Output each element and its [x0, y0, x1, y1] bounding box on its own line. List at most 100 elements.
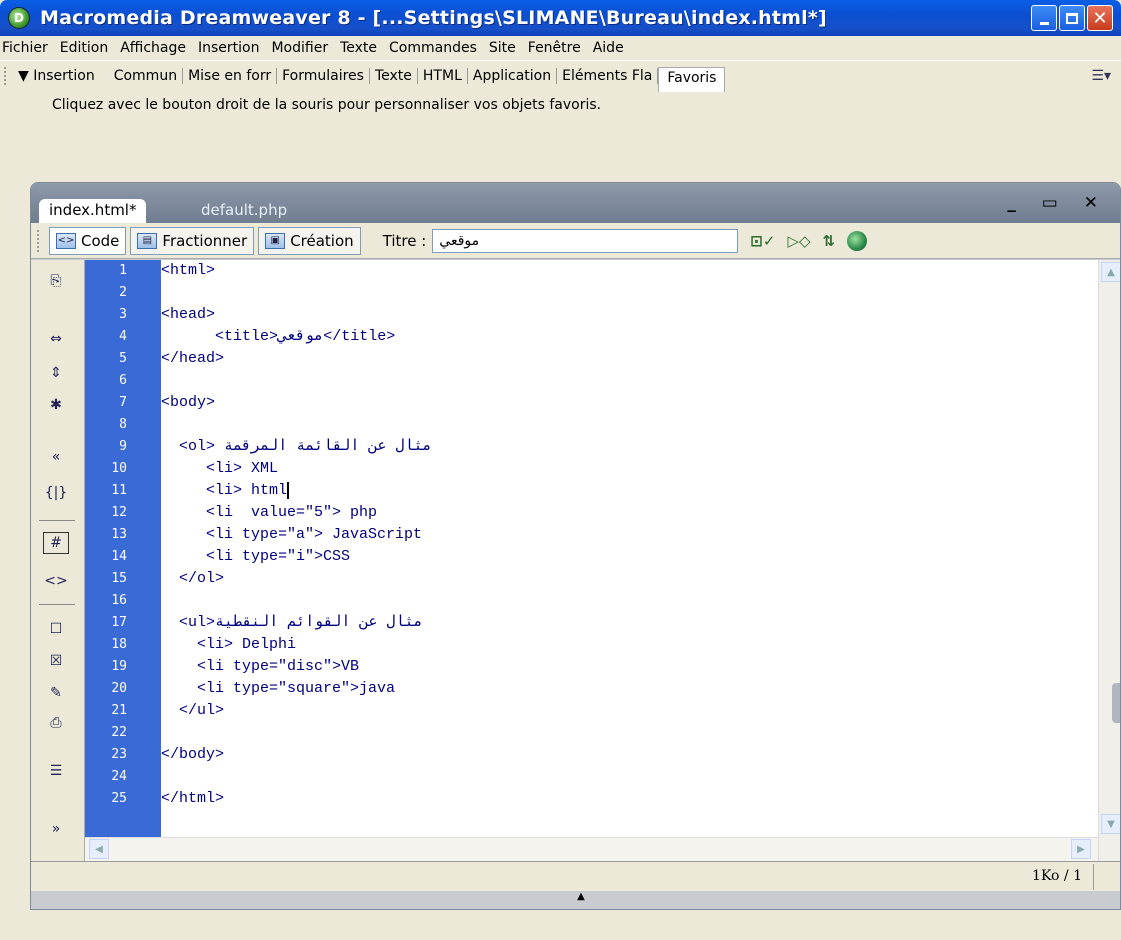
scroll-right-icon[interactable]: ▶ [1071, 839, 1091, 859]
code-line[interactable]: </ul> [161, 700, 224, 722]
wrap-tag-icon[interactable]: ✎ [43, 682, 69, 704]
menu-edition[interactable]: Edition [54, 40, 114, 56]
toolbar-grip[interactable] [37, 229, 43, 252]
code-line[interactable]: <html> [161, 260, 215, 282]
code-view-icon: <> [56, 232, 76, 249]
tab-formulaires[interactable]: Formulaires [277, 68, 370, 84]
menu-aide[interactable]: Aide [587, 40, 630, 56]
validate-markup-icon[interactable]: ⊡✓ [750, 232, 775, 250]
code-line[interactable]: <li type="a"> JavaScript [161, 524, 422, 546]
code-line[interactable]: <head> [161, 304, 215, 326]
expand-all-icon[interactable]: ✱ [43, 394, 69, 416]
line-number-gutter: 1 2 3 4 5 6 7 8 9 10 11 12 13 14 15 16 1… [85, 260, 161, 861]
vertical-scrollbar[interactable]: ▲ ▼ [1098, 260, 1120, 861]
panel-expander-icon[interactable]: ▲ [521, 891, 641, 909]
code-line[interactable]: </ol> [161, 568, 224, 590]
panel-grip[interactable] [4, 67, 12, 85]
split-view-button[interactable]: ▤ Fractionner [130, 226, 255, 255]
status-bar: 1Ko / 1 [31, 861, 1120, 891]
menu-affichage[interactable]: Affichage [114, 40, 192, 56]
line-number: 9 [119, 439, 127, 454]
code-line[interactable]: </body> [161, 744, 224, 766]
file-management-icon[interactable]: ⇅ [823, 232, 836, 250]
line-number: 12 [111, 505, 127, 520]
menu-commandes[interactable]: Commandes [383, 40, 483, 56]
select-parent-tag-icon[interactable]: « [43, 446, 69, 468]
menu-bar: Fichier Edition Affichage Insertion Modi… [0, 36, 1121, 60]
tab-index-html[interactable]: index.html* [39, 199, 147, 223]
tab-default-php[interactable]: default.php [191, 199, 297, 223]
code-line[interactable]: <li type="i">CSS [161, 546, 350, 568]
code-area[interactable]: <html> <head> <title>موقعي</title> </hea… [161, 260, 1091, 861]
code-editor[interactable]: ⎘ ⇔ ⇕ ✱ « {|} # <> ☐ ☒ ✎ ⎙ ☰ » 1 2 3 4 5… [31, 260, 1120, 861]
code-line[interactable]: <body> [161, 392, 215, 414]
line-numbers-icon[interactable]: # [43, 532, 69, 554]
code-line-text: <li> html [161, 482, 288, 499]
code-line[interactable]: <title>موقعي</title> [161, 326, 395, 348]
close-button[interactable]: ✕ [1087, 5, 1113, 31]
page-title-input[interactable] [432, 228, 739, 253]
line-number: 16 [111, 593, 127, 608]
split-view-icon: ▤ [137, 232, 158, 249]
code-line[interactable]: <li> XML [161, 458, 278, 480]
line-number: 15 [111, 571, 127, 586]
tab-application[interactable]: Application [468, 68, 558, 84]
insert-bar-toggle[interactable]: ▼ Insertion [18, 68, 95, 84]
preview-in-browser-icon[interactable] [847, 230, 868, 251]
minimize-button[interactable] [1031, 5, 1057, 31]
menu-insertion[interactable]: Insertion [192, 40, 265, 56]
menu-fichier[interactable]: Fichier [0, 40, 54, 56]
collapse-selection-icon[interactable]: ⇕ [43, 362, 69, 384]
remove-comment-icon[interactable]: ☒ [43, 650, 69, 672]
line-number: 20 [111, 681, 127, 696]
more-tools-icon[interactable]: » [43, 818, 69, 840]
balance-braces-icon[interactable]: {|} [43, 482, 69, 504]
tab-mise-en-forme[interactable]: Mise en forr [183, 68, 278, 84]
scroll-up-icon[interactable]: ▲ [1101, 262, 1120, 282]
document-tabs: index.html* default.php _ ▭ ✕ [31, 183, 1120, 223]
highlight-invalid-code-icon[interactable]: <> [43, 570, 69, 592]
code-line[interactable]: <li> html [161, 480, 290, 502]
document-window-controls[interactable]: _ ▭ ✕ [1007, 193, 1108, 213]
recent-snippets-icon[interactable]: ⎙ [43, 712, 69, 734]
code-line[interactable]: <li> Delphi [161, 634, 296, 656]
code-line[interactable]: <ol> مثال عن القائمة المرقمة [161, 436, 432, 458]
code-line[interactable]: </html> [161, 788, 224, 810]
panel-options-icon[interactable]: ☰▾ [1091, 68, 1111, 84]
code-line[interactable]: <li type="disc">VB [161, 656, 359, 678]
panel-collapse-handle[interactable] [1112, 683, 1120, 723]
collapse-full-tag-icon[interactable]: ⇔ [43, 328, 69, 350]
titre-label: Titre : [382, 231, 427, 250]
tab-favoris[interactable]: Favoris [658, 66, 726, 92]
scroll-down-icon[interactable]: ▼ [1101, 814, 1120, 834]
scroll-left-icon[interactable]: ◀ [89, 839, 109, 859]
browser-compat-icon[interactable]: ▷◇ [787, 232, 810, 250]
code-line[interactable]: </head> [161, 348, 224, 370]
maximize-button[interactable] [1059, 5, 1085, 31]
design-view-label: Création [290, 231, 354, 250]
title-bar: D Macromedia Dreamweaver 8 - [...Setting… [0, 0, 1121, 36]
tab-elements-flash[interactable]: Eléments Fla [557, 68, 659, 84]
code-line[interactable]: <ul>مثال عن القوائم النقطية [161, 612, 423, 634]
line-number: 5 [119, 351, 127, 366]
horizontal-scrollbar[interactable]: ◀ ▶ [85, 837, 1098, 861]
dreamweaver-app-icon[interactable]: D [8, 7, 30, 29]
tab-commun[interactable]: Commun [109, 68, 184, 84]
menu-site[interactable]: Site [483, 40, 522, 56]
code-view-button[interactable]: <> Code [49, 226, 127, 255]
design-view-button[interactable]: ▣ Création [258, 226, 361, 255]
apply-comment-icon[interactable]: ☐ [43, 618, 69, 640]
menu-texte[interactable]: Texte [334, 40, 383, 56]
line-number: 14 [111, 549, 127, 564]
indent-code-icon[interactable]: ☰ [43, 760, 69, 782]
code-line[interactable]: <li value="5"> php [161, 502, 377, 524]
tab-html[interactable]: HTML [418, 68, 468, 84]
line-number: 25 [111, 791, 127, 806]
code-line[interactable]: <li type="square">java [161, 678, 395, 700]
menu-fenetre[interactable]: Fenêtre [522, 40, 587, 56]
open-documents-icon[interactable]: ⎘ [43, 270, 69, 292]
menu-modifier[interactable]: Modifier [265, 40, 334, 56]
line-number: 10 [111, 461, 127, 476]
tab-texte[interactable]: Texte [370, 68, 418, 84]
line-number: 18 [111, 637, 127, 652]
